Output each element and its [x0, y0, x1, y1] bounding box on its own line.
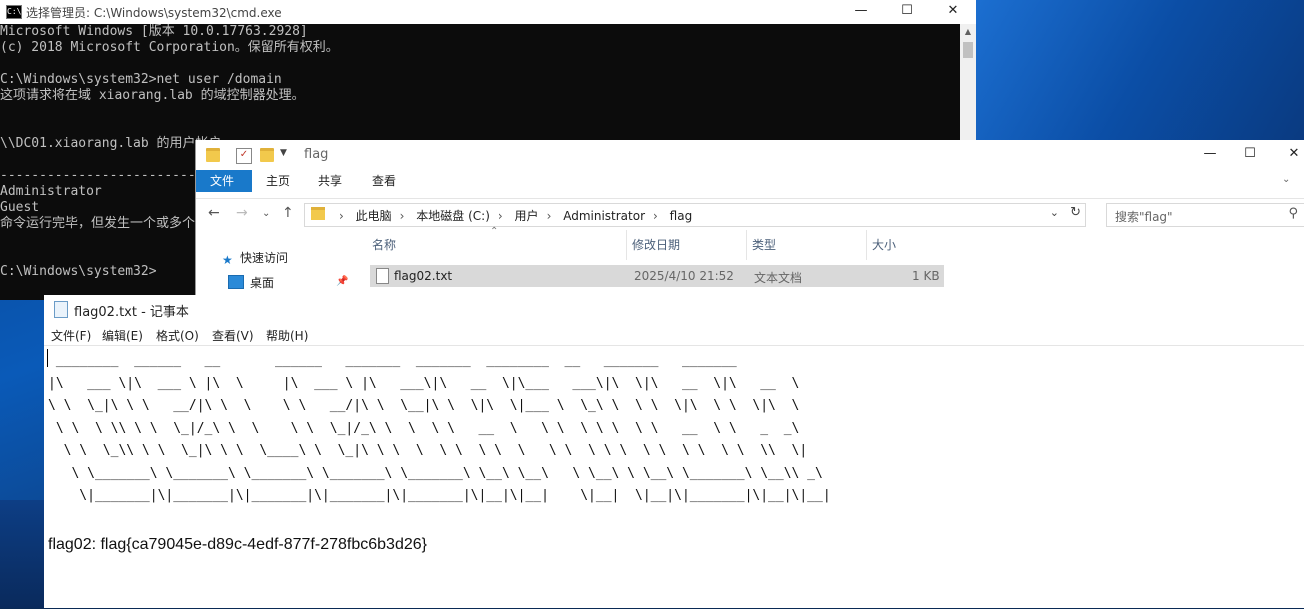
explorer-title: flag	[304, 147, 329, 162]
ascii-line: ________ ______ __ ______ _______ ______…	[48, 353, 737, 368]
back-icon[interactable]: ←	[208, 205, 220, 221]
recent-locations-icon[interactable]: ⌄	[262, 208, 270, 219]
up-icon[interactable]: ↑	[282, 205, 294, 221]
cmd-title: 选择管理员: C:\Windows\system32\cmd.exe	[26, 6, 282, 20]
notepad-titlebar[interactable]: flag02.txt - 记事本	[44, 295, 1304, 323]
menu-view[interactable]: 查看(V)	[212, 327, 254, 344]
cmd-line	[0, 120, 960, 136]
ribbon-tabs: 文件 主页 共享 查看 ⌄	[196, 170, 1304, 192]
ascii-line: |\ ___ \|\ ___ \ |\ \ |\ ___ \ |\ ___\|\…	[48, 375, 800, 391]
close-icon[interactable]: ✕	[930, 0, 976, 24]
cmd-titlebar[interactable]: C:\ 选择管理员: C:\Windows\system32\cmd.exe —…	[0, 0, 976, 24]
new-folder-icon[interactable]	[260, 148, 274, 162]
breadcrumb-users[interactable]: 用户	[515, 209, 539, 223]
address-folder-icon	[311, 207, 325, 220]
cmd-line	[0, 56, 960, 72]
flag-text: flag02: flag{ca79045e-d89c-4edf-877f-278…	[48, 536, 427, 553]
minimize-icon[interactable]: —	[838, 0, 884, 24]
file-modified: 2025/4/10 21:52	[634, 269, 734, 283]
scrollbar-thumb[interactable]	[963, 42, 973, 58]
ascii-line: \|_______|\|_______|\|_______|\|_______|…	[48, 488, 831, 503]
forward-icon[interactable]: →	[236, 205, 248, 221]
ribbon-expand-icon[interactable]: ⌄	[1282, 174, 1290, 185]
cmd-line: 这项请求将在域 xiaorang.lab 的域控制器处理。	[0, 88, 305, 103]
desktop-icon	[228, 275, 244, 289]
cmd-line: Microsoft Windows [版本 10.0.17763.2928]	[0, 24, 308, 39]
ascii-line: \ \ \_\\ \ \ \_|\ \ \ \____\ \ \_|\ \ \ …	[48, 443, 808, 458]
navigation-pane: ★ 快速访问 桌面 📌	[196, 230, 356, 300]
search-box[interactable]: 搜索"flag" ⚲	[1106, 203, 1304, 227]
explorer-close-icon[interactable]: ✕	[1271, 143, 1304, 167]
menu-help[interactable]: 帮助(H)	[266, 327, 308, 344]
ascii-line: \ \ \ \\ \ \ \_|/_\ \ \ \ \ \_|/_\ \ \ \…	[48, 420, 800, 436]
cmd-line	[0, 104, 960, 120]
nav-quick-access-label: 快速访问	[240, 251, 289, 265]
column-headers: 名称 修改日期 类型 大小 ⌃	[366, 226, 1126, 260]
explorer-maximize-icon[interactable]: ☐	[1227, 143, 1273, 167]
ascii-line: \ \_______\ \_______\ \_______\ \_______…	[48, 465, 823, 481]
explorer-window[interactable]: ✓ ▼ flag — ☐ ✕ 文件 主页 共享 查看 ⌄ ← → ⌄ ↑ › 此…	[195, 140, 1304, 300]
menu-format[interactable]: 格式(O)	[156, 327, 199, 344]
menu-file[interactable]: 文件(F)	[51, 327, 91, 344]
cmd-line: C:\Windows\system32>net user /domain	[0, 72, 282, 87]
quick-access-toolbar-dropdown-icon[interactable]: ▼	[280, 148, 294, 162]
file-row[interactable]: flag02.txt 2025/4/10 21:52 文本文档 1 KB	[370, 265, 944, 287]
star-icon: ★	[222, 253, 233, 267]
column-size[interactable]: 大小	[866, 230, 986, 260]
menu-edit[interactable]: 编辑(E)	[102, 327, 143, 344]
text-file-icon	[376, 268, 389, 284]
cmd-line: (c) 2018 Microsoft Corporation。保留所有权利。	[0, 40, 339, 55]
notepad-title: flag02.txt - 记事本	[74, 305, 189, 320]
explorer-titlebar[interactable]: ✓ ▼ flag — ☐ ✕	[196, 140, 1304, 170]
sort-ascending-icon: ⌃	[490, 226, 499, 237]
address-dropdown-icon[interactable]: ⌄	[1050, 206, 1059, 219]
refresh-icon[interactable]: ↻	[1070, 205, 1081, 220]
notepad-text-area[interactable]: ________ ______ __ ______ _______ ______…	[44, 345, 1304, 609]
desktop-wallpaper-highlight	[975, 0, 1304, 145]
ascii-art: ________ ______ __ ______ _______ ______…	[48, 350, 831, 508]
breadcrumb-flag[interactable]: flag	[670, 209, 693, 223]
file-type: 文本文档	[754, 271, 803, 285]
notepad-icon	[54, 301, 68, 318]
pin-icon[interactable]: 📌	[336, 276, 348, 287]
tab-share[interactable]: 共享	[304, 170, 356, 192]
nav-quick-access[interactable]: ★ 快速访问	[222, 248, 288, 268]
breadcrumb: › 此电脑 › 本地磁盘 (C:) › 用户 › Administrator › fla…	[339, 209, 693, 223]
ascii-line: \ \ \_|\ \ \ __/|\ \ \ \ \ __/|\ \ \__|\…	[48, 398, 800, 413]
breadcrumb-local-disk[interactable]: 本地磁盘 (C:)	[416, 209, 490, 223]
properties-icon[interactable]: ✓	[236, 148, 252, 164]
column-modified[interactable]: 修改日期	[626, 230, 747, 260]
desktop-wallpaper-lower	[0, 500, 45, 608]
notepad-menubar: 文件(F) 编辑(E) 格式(O) 查看(V) 帮助(H)	[44, 323, 1304, 345]
breadcrumb-this-pc[interactable]: 此电脑	[356, 209, 392, 223]
maximize-icon[interactable]: ☐	[884, 0, 930, 24]
tab-file[interactable]: 文件	[196, 170, 252, 192]
search-icon[interactable]: ⚲	[1288, 206, 1298, 221]
file-name: flag02.txt	[394, 269, 453, 283]
nav-desktop[interactable]: 桌面	[228, 273, 274, 293]
address-bar[interactable]: › 此电脑 › 本地磁盘 (C:) › 用户 › Administrator › fla…	[304, 203, 1086, 227]
tab-view[interactable]: 查看	[358, 170, 410, 192]
tab-home[interactable]: 主页	[252, 170, 304, 192]
column-type[interactable]: 类型	[746, 230, 867, 260]
folder-icon	[206, 148, 220, 162]
navigation-bar: ← → ⌄ ↑ › 此电脑 › 本地磁盘 (C:) › 用户 › Administra…	[196, 198, 1304, 229]
breadcrumb-administrator[interactable]: Administrator	[563, 209, 645, 223]
nav-desktop-label: 桌面	[250, 276, 275, 290]
search-placeholder: 搜索"flag"	[1115, 210, 1173, 224]
scroll-up-icon[interactable]: ▲	[960, 24, 976, 40]
notepad-window[interactable]: flag02.txt - 记事本 文件(F) 编辑(E) 格式(O) 查看(V)…	[44, 295, 1304, 608]
explorer-content: ★ 快速访问 桌面 📌 名称 修改日期 类型 大小 ⌃ flag02.txt 20…	[196, 226, 1304, 300]
file-size: 1 KB	[912, 269, 940, 283]
cmd-icon: C:\	[6, 5, 22, 19]
